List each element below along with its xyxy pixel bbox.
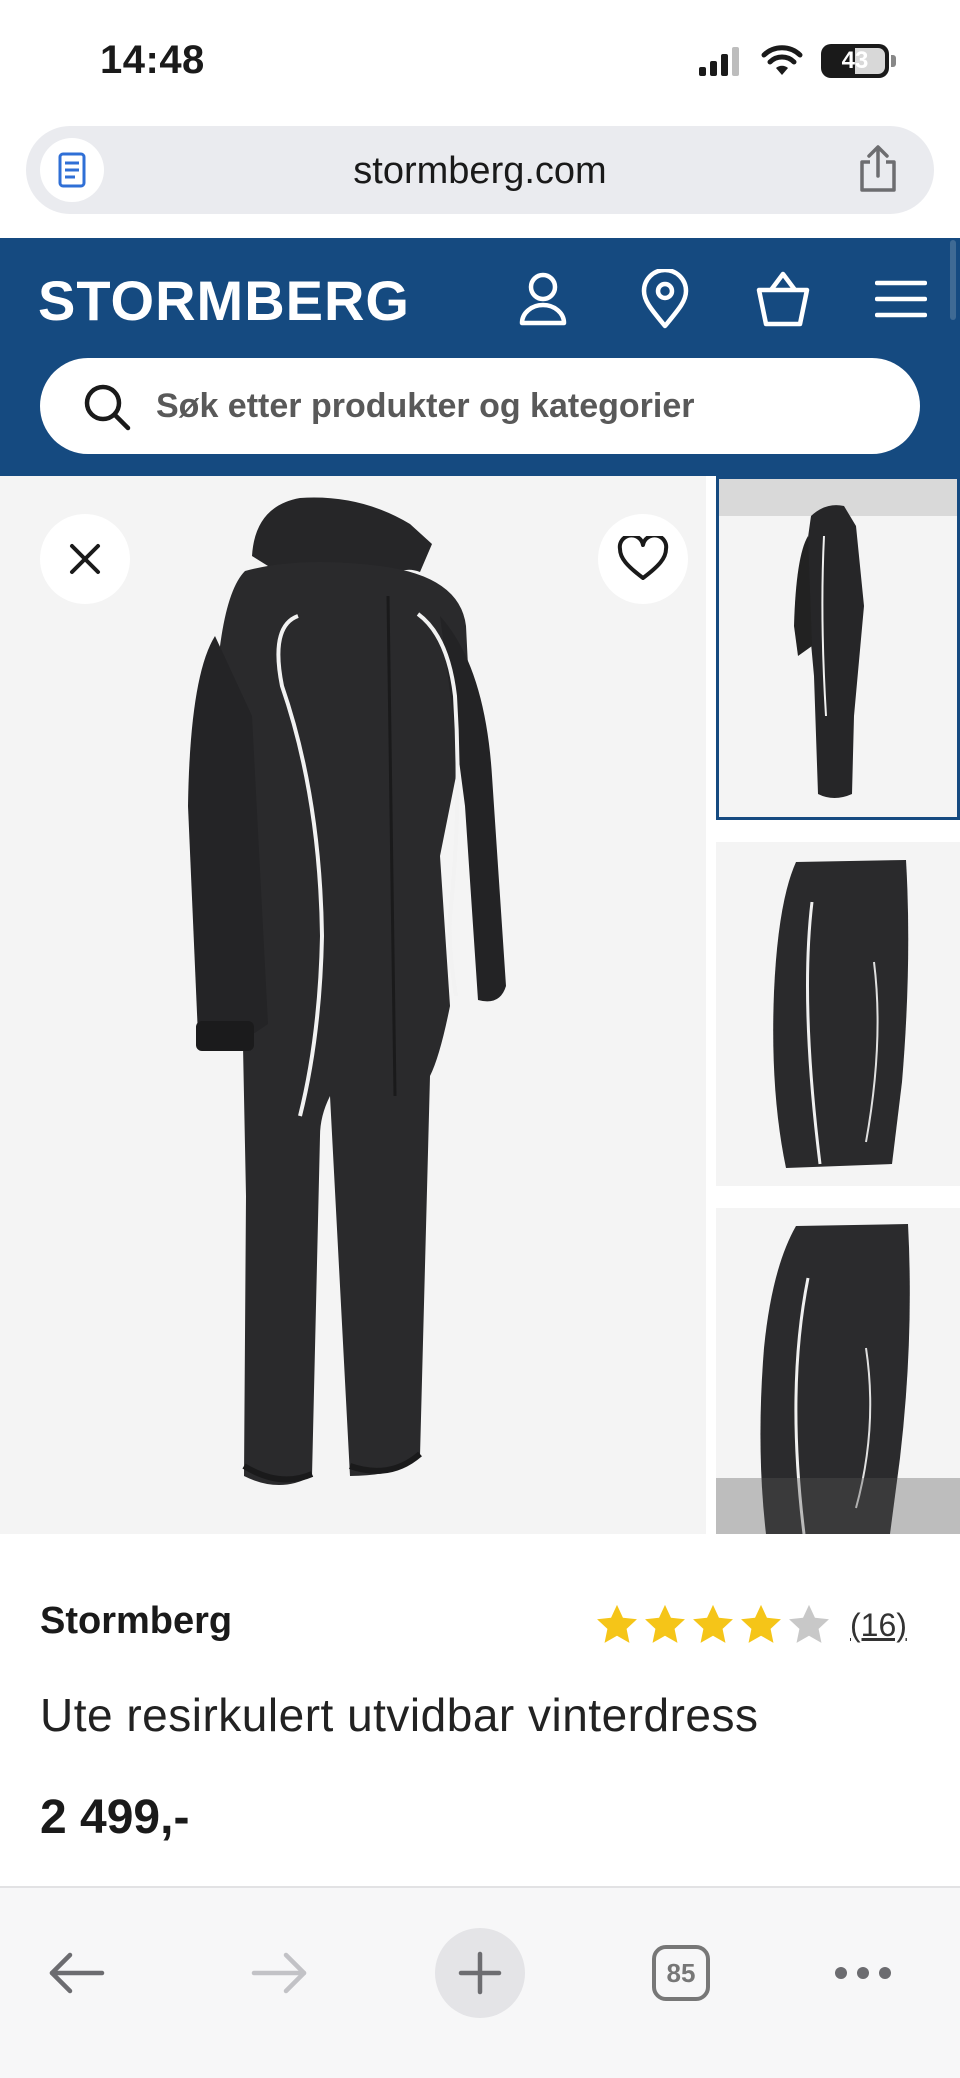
- thumbnail-3[interactable]: [716, 1208, 960, 1534]
- tab-count: 85: [652, 1945, 710, 2001]
- thumbnail-2[interactable]: [716, 842, 960, 1186]
- star-empty-icon: [789, 1604, 829, 1643]
- thumbnail-photo: [716, 476, 960, 798]
- menu-button[interactable]: [870, 268, 932, 330]
- heart-icon: [617, 536, 669, 580]
- product-photo: [188, 497, 506, 1485]
- thumbnail-photo: [773, 860, 909, 1168]
- battery-level: 43: [841, 47, 869, 74]
- status-icons: 43: [697, 44, 896, 78]
- more-icon: [835, 1967, 891, 1979]
- rating-stars: [594, 1602, 832, 1648]
- review-count-link[interactable]: (16): [850, 1607, 907, 1644]
- stormberg-logo[interactable]: STORMBERG: [38, 268, 418, 335]
- search-box[interactable]: [40, 358, 920, 454]
- share-button[interactable]: [856, 144, 900, 199]
- page-scrollbar[interactable]: [950, 240, 956, 320]
- product-brand[interactable]: Stormberg: [40, 1600, 232, 1643]
- plus-icon: [458, 1951, 502, 1995]
- back-button[interactable]: [32, 1928, 122, 2018]
- status-time: 14:48: [100, 38, 205, 82]
- signal-icon: [699, 47, 739, 76]
- search-icon: [84, 384, 131, 431]
- forward-button[interactable]: [234, 1928, 324, 2018]
- product-title: Ute resirkulert utvidbar vinterdress: [40, 1689, 759, 1741]
- logo-text: STORMBERG: [38, 269, 410, 330]
- star-filled-icon: [597, 1604, 637, 1643]
- share-icon: [860, 145, 896, 192]
- location-pin-icon: [641, 269, 689, 329]
- account-button[interactable]: [512, 268, 574, 330]
- favorite-button[interactable]: [598, 514, 688, 604]
- search-input[interactable]: [156, 358, 876, 454]
- menu-icon: [875, 280, 927, 318]
- product-rating[interactable]: (16): [594, 1602, 907, 1648]
- wifi-icon: [761, 45, 803, 75]
- close-icon: [70, 544, 100, 574]
- thumbnail-photo: [716, 1224, 960, 1534]
- url-text[interactable]: stormberg.com: [26, 150, 934, 193]
- thumbnail-1[interactable]: [716, 476, 960, 820]
- product-price: 2 499,-: [40, 1791, 190, 1844]
- star-filled-icon: [645, 1604, 685, 1643]
- tabs-button[interactable]: 85: [636, 1928, 726, 2018]
- close-button[interactable]: [40, 514, 130, 604]
- more-button[interactable]: [818, 1928, 908, 2018]
- status-bar: 14:48 43: [0, 0, 960, 120]
- product-main-image[interactable]: [0, 476, 706, 1534]
- user-icon: [519, 272, 567, 326]
- browser-toolbar: 85: [0, 1886, 960, 2078]
- cart-button[interactable]: [752, 268, 814, 330]
- arrow-right-icon: [251, 1952, 307, 1994]
- arrow-left-icon: [49, 1952, 105, 1994]
- star-filled-icon: [693, 1604, 733, 1643]
- new-tab-button[interactable]: [435, 1928, 525, 2018]
- battery-indicator: 43: [821, 44, 889, 78]
- star-filled-icon: [741, 1604, 781, 1643]
- shopping-bag-icon: [756, 271, 810, 327]
- address-bar[interactable]: stormberg.com: [26, 126, 934, 214]
- store-locator-button[interactable]: [634, 268, 696, 330]
